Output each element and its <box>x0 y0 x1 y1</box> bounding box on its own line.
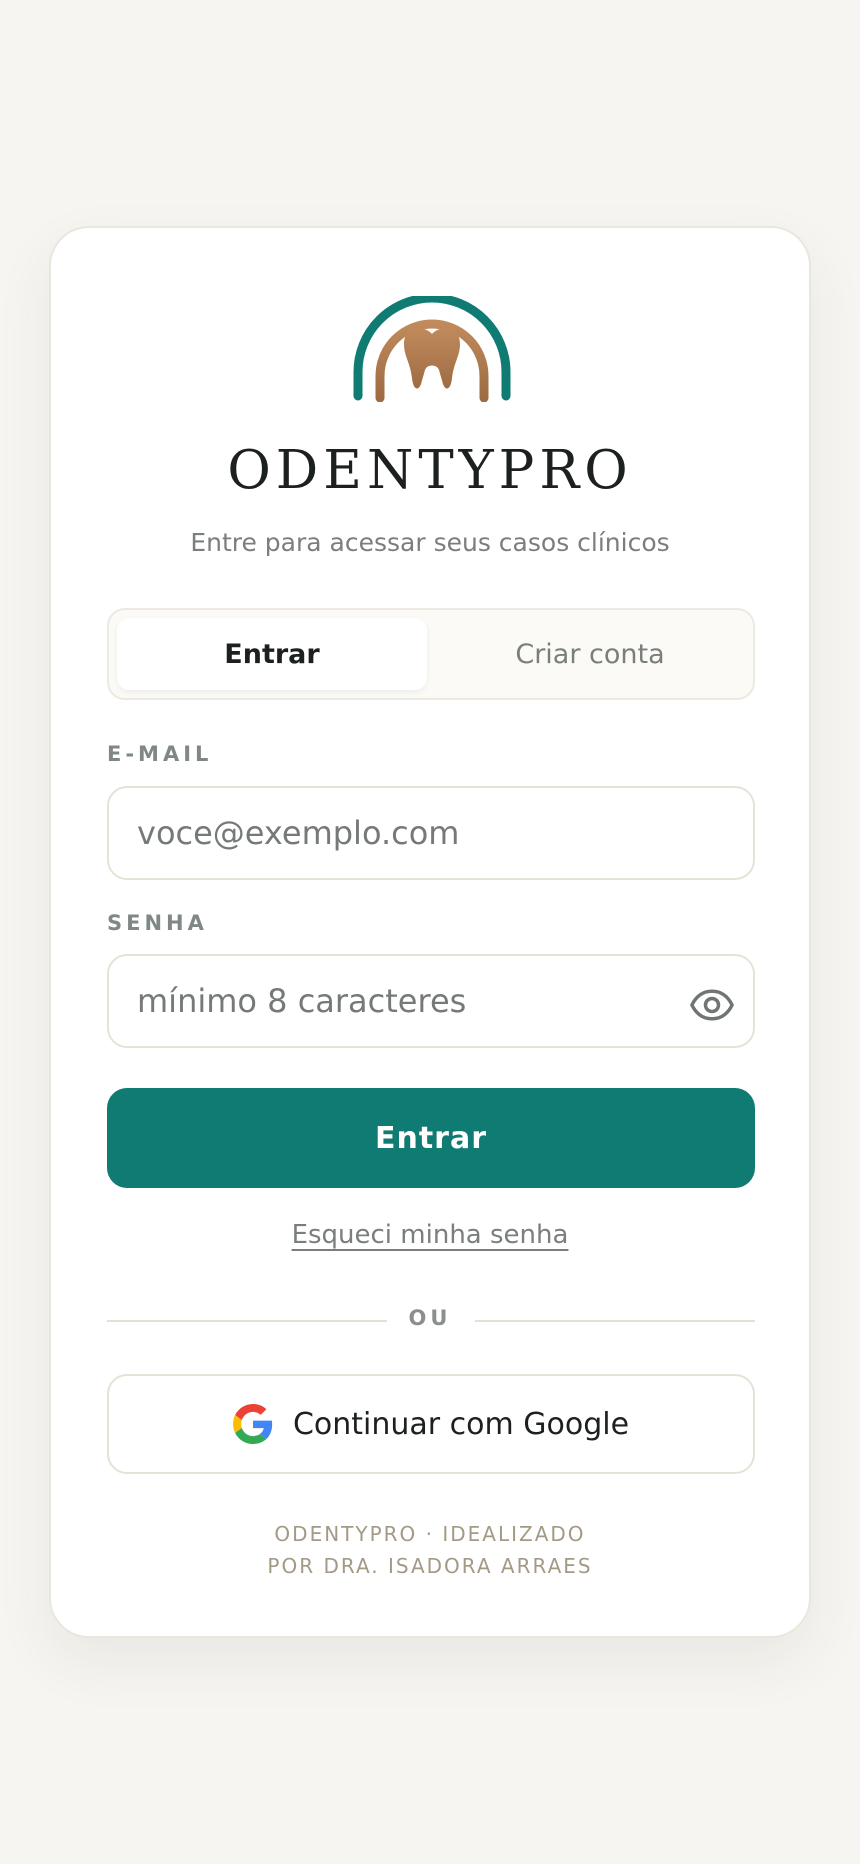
login-submit-button[interactable]: Entrar <box>107 1088 755 1188</box>
page-subtitle: Entre para acessar seus casos clínicos <box>190 528 670 557</box>
google-icon <box>232 1404 273 1444</box>
footer-credit: ODENTYPRO · IDEALIZADO POR DRA. ISADORA … <box>51 1518 809 1582</box>
password-label: SENHA <box>107 911 208 935</box>
eye-icon[interactable] <box>689 982 735 1028</box>
email-label: E-MAIL <box>107 742 213 766</box>
forgot-password-wrapper: Esqueci minha senha <box>51 1220 809 1251</box>
google-login-label: Continuar com Google <box>292 1406 630 1442</box>
tab-signup[interactable]: Criar conta <box>435 618 745 690</box>
google-login-button[interactable]: Continuar com Google <box>107 1374 755 1474</box>
login-card: ODENTYPRO Entre para acessar seus casos … <box>49 226 811 1638</box>
divider-line-right <box>475 1320 755 1322</box>
tooth-arch-logo-icon <box>353 296 511 402</box>
footer-line-2: POR DRA. ISADORA ARRAES <box>267 1554 593 1578</box>
password-input[interactable] <box>107 954 755 1048</box>
divider-label: OU <box>408 1306 452 1330</box>
forgot-password-link[interactable]: Esqueci minha senha <box>292 1220 569 1250</box>
email-input[interactable] <box>107 786 755 880</box>
brand-title: ODENTYPRO <box>227 440 633 501</box>
footer-line-1: ODENTYPRO · IDEALIZADO <box>274 1522 586 1546</box>
tab-login[interactable]: Entrar <box>117 618 427 690</box>
auth-tabs: Entrar Criar conta <box>107 608 755 700</box>
